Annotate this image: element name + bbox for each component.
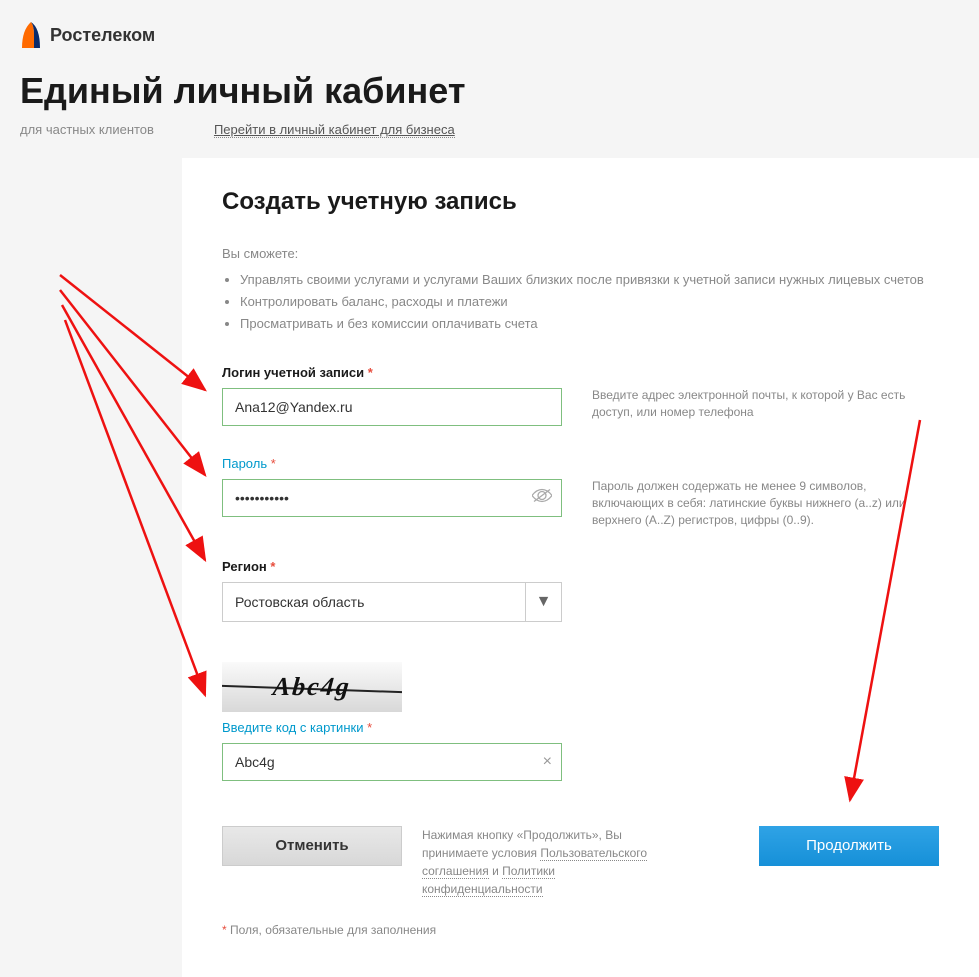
intro-label: Вы сможете: [222, 246, 939, 261]
login-input[interactable] [222, 388, 562, 426]
password-label: Пароль * [222, 456, 562, 471]
intro-item: Контролировать баланс, расходы и платежи [240, 291, 939, 313]
required-note: * Поля, обязательные для заполнения [222, 923, 939, 937]
continue-button[interactable]: Продолжить [759, 826, 939, 866]
intro-list: Управлять своими услугами и услугами Ваш… [240, 269, 939, 335]
login-hint: Введите адрес электронной почты, к котор… [592, 365, 939, 421]
clear-icon[interactable]: × [543, 753, 552, 771]
page-title: Единый личный кабинет [20, 70, 959, 112]
brand-logo: Ростелеком [20, 20, 959, 50]
chevron-down-icon: ▼ [525, 583, 561, 621]
subtitle-private: для частных клиентов [20, 122, 154, 138]
password-hint: Пароль должен содержать не менее 9 симво… [592, 456, 939, 528]
signup-form: Создать учетную запись Вы сможете: Управ… [182, 158, 979, 977]
login-label: Логин учетной записи * [222, 365, 562, 380]
brand-name: Ростелеком [50, 25, 155, 46]
intro-item: Просматривать и без комиссии оплачивать … [240, 313, 939, 335]
cancel-button[interactable]: Отменить [222, 826, 402, 866]
captcha-image: Abc4g [222, 662, 402, 712]
captcha-label: Введите код с картинки * [222, 720, 562, 735]
agreement-text: Нажимая кнопку «Продолжить», Вы принимае… [422, 826, 672, 898]
rostelecom-icon [20, 20, 42, 50]
eye-icon[interactable] [532, 489, 552, 508]
intro-item: Управлять своими услугами и услугами Ваш… [240, 269, 939, 291]
business-link[interactable]: Перейти в личный кабинет для бизнеса [214, 122, 455, 138]
region-value: Ростовская область [223, 583, 525, 621]
password-input[interactable] [222, 479, 562, 517]
captcha-input[interactable] [222, 743, 562, 781]
form-title: Создать учетную запись [222, 188, 939, 216]
region-select[interactable]: Ростовская область ▼ [222, 582, 562, 622]
region-label: Регион * [222, 559, 562, 574]
